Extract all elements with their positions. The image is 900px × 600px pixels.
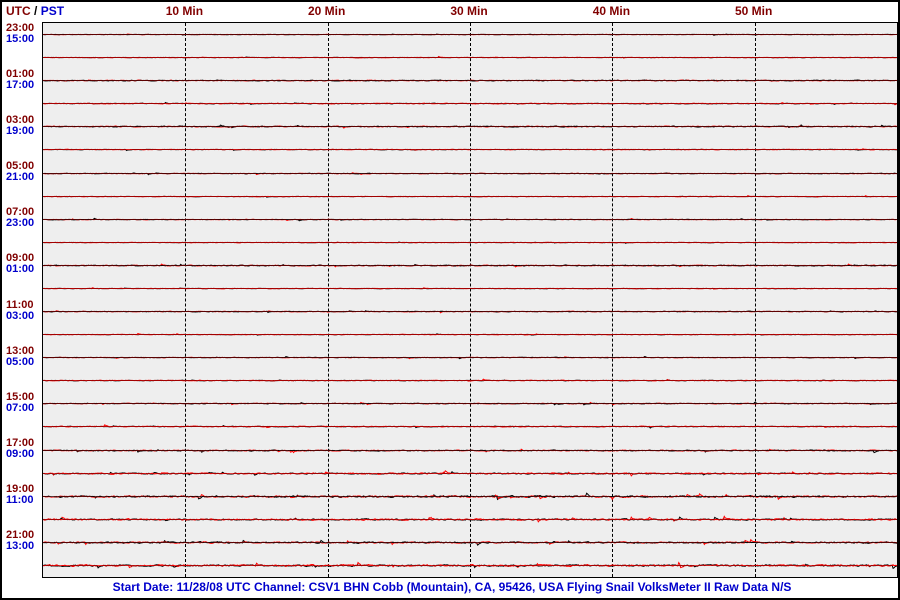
trace-row [43,346,897,369]
trace-row [43,254,897,277]
y-tick: 11:0003:00 [6,300,40,322]
y-tick: 09:0001:00 [6,253,40,275]
header-sep: / [34,4,37,18]
x-tick-label: 20 Min [308,4,345,18]
y-tick-pst: 19:00 [6,126,40,137]
trace-row [43,115,897,138]
y-tick: 15:0007:00 [6,392,40,414]
waveform [43,485,897,508]
y-tick-pst: 11:00 [6,495,40,506]
y-tick-pst: 07:00 [6,403,40,414]
trace-row [43,369,897,392]
trace-row [43,300,897,323]
y-tick: 17:0009:00 [6,438,40,460]
trace-row [43,508,897,531]
x-tick-label: 30 Min [450,4,487,18]
y-tick-pst: 23:00 [6,218,40,229]
waveform [43,439,897,462]
trace-row [43,485,897,508]
waveform [43,531,897,554]
y-tick: 05:0021:00 [6,161,40,183]
waveform [43,300,897,323]
y-tick: 23:0015:00 [6,23,40,45]
waveform [43,254,897,277]
trace-row [43,23,897,46]
trace-row [43,462,897,485]
trace-row [43,531,897,554]
trace-row [43,208,897,231]
trace-row [43,392,897,415]
header-utc: UTC [6,4,31,18]
y-tick-pst: 21:00 [6,172,40,183]
chart-footer: Start Date: 11/28/08 UTC Channel: CSV1 B… [2,580,900,594]
waveform [43,46,897,69]
waveform [43,346,897,369]
trace-row [43,162,897,185]
trace-row [43,439,897,462]
waveform [43,185,897,208]
trace-row [43,554,897,577]
y-tick: 07:0023:00 [6,207,40,229]
waveform [43,138,897,161]
plot-area [42,22,898,578]
y-tick-pst: 17:00 [6,80,40,91]
trace-row [43,231,897,254]
waveform [43,392,897,415]
y-tick-pst: 03:00 [6,311,40,322]
waveform [43,23,897,46]
trace-row [43,46,897,69]
waveform [43,69,897,92]
y-tick-utc: 11:00 [6,300,40,311]
waveform [43,508,897,531]
waveform [43,462,897,485]
y-tick-pst: 09:00 [6,449,40,460]
y-tick: 01:0017:00 [6,69,40,91]
waveform [43,162,897,185]
y-tick: 21:0013:00 [6,530,40,552]
y-tick-pst: 13:00 [6,541,40,552]
x-tick-label: 50 Min [735,4,772,18]
trace-row [43,277,897,300]
trace-row [43,138,897,161]
y-tick-pst: 15:00 [6,34,40,45]
waveform [43,415,897,438]
timezone-header: UTC / PST [6,4,64,18]
trace-row [43,69,897,92]
y-tick-pst: 05:00 [6,357,40,368]
chart-frame: UTC / PST 10 Min 20 Min 30 Min 40 Min 50 Min… [0,0,900,600]
y-tick-pst: 01:00 [6,264,40,275]
x-tick-label: 40 Min [593,4,630,18]
x-tick-label: 10 Min [166,4,203,18]
trace-row [43,92,897,115]
waveform [43,115,897,138]
waveform [43,323,897,346]
waveform [43,554,897,577]
y-tick-utc: 23:00 [6,23,40,34]
waveform [43,231,897,254]
y-tick: 19:0011:00 [6,484,40,506]
waveform [43,277,897,300]
y-tick: 03:0019:00 [6,115,40,137]
y-tick: 13:0005:00 [6,346,40,368]
trace-row [43,415,897,438]
trace-row [43,185,897,208]
waveform [43,92,897,115]
header-pst: PST [41,4,64,18]
waveform [43,369,897,392]
trace-row [43,323,897,346]
waveform [43,208,897,231]
